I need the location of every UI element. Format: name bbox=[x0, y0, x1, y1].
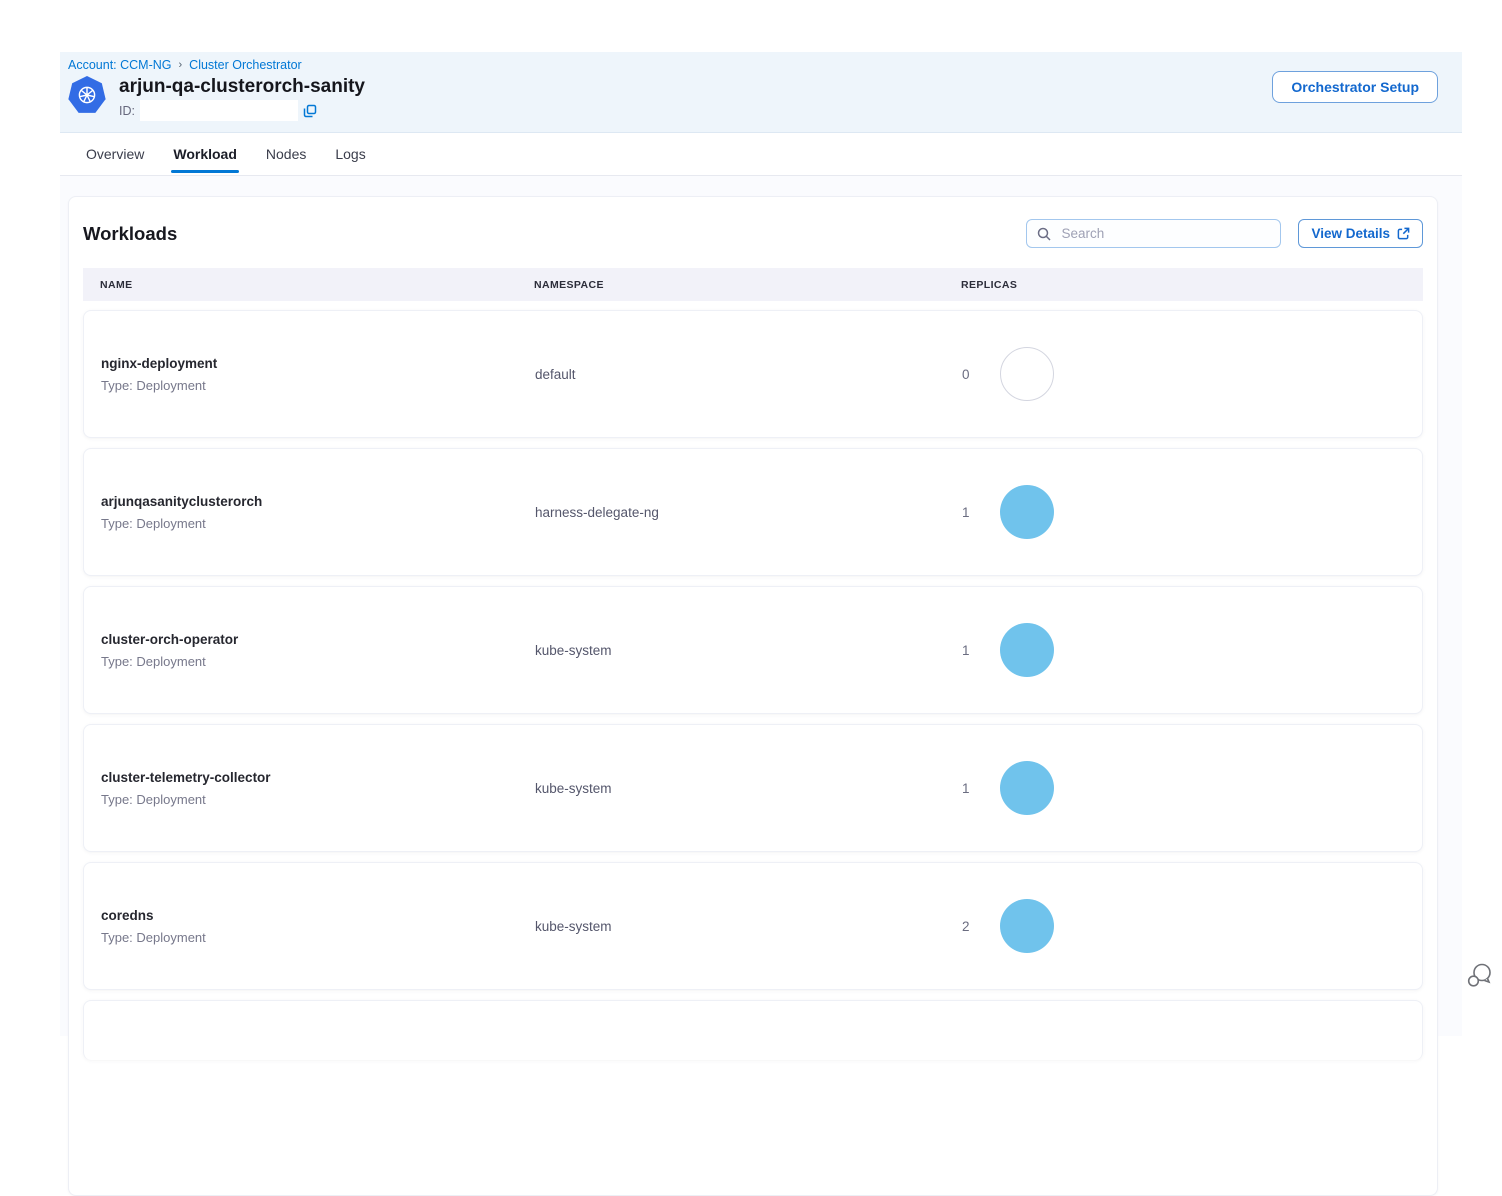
workload-table-row[interactable]: cluster-orch-operator Type: Deployment k… bbox=[83, 586, 1423, 714]
workload-table-row[interactable]: cluster-telemetry-collector Type: Deploy… bbox=[83, 724, 1423, 852]
replica-count: 1 bbox=[962, 781, 970, 796]
tab-overview[interactable]: Overview bbox=[84, 133, 146, 175]
view-details-button[interactable]: View Details bbox=[1298, 219, 1423, 248]
breadcrumb: Account: CCM-NG › Cluster Orchestrator bbox=[68, 58, 1438, 72]
replica-status-circle bbox=[1000, 347, 1054, 401]
breadcrumb-chevron-icon: › bbox=[179, 59, 183, 71]
workload-replicas-cell: 0 bbox=[962, 347, 1405, 401]
workload-rows: nginx-deployment Type: Deployment defaul… bbox=[83, 310, 1423, 1060]
workload-name-cell: nginx-deployment Type: Deployment bbox=[101, 356, 535, 393]
workload-name-cell: arjunqasanityclusterorch Type: Deploymen… bbox=[101, 494, 535, 531]
workload-name-cell: cluster-telemetry-collector Type: Deploy… bbox=[101, 770, 535, 807]
view-details-label: View Details bbox=[1311, 226, 1390, 241]
workloads-card-header: Workloads View Details bbox=[83, 211, 1423, 268]
orchestrator-setup-button[interactable]: Orchestrator Setup bbox=[1272, 71, 1438, 103]
cluster-id-row: ID: bbox=[119, 100, 365, 121]
tab-logs[interactable]: Logs bbox=[333, 133, 367, 175]
workload-namespace: kube-system bbox=[535, 919, 962, 934]
page-title: arjun-qa-clusterorch-sanity bbox=[119, 76, 365, 98]
tab-bar: Overview Workload Nodes Logs bbox=[60, 133, 1462, 176]
workload-name-cell: coredns Type: Deployment bbox=[101, 908, 535, 945]
column-header-replicas: REPLICAS bbox=[961, 279, 1406, 291]
replica-count: 1 bbox=[962, 505, 970, 520]
workload-namespace: default bbox=[535, 367, 962, 382]
replica-count: 2 bbox=[962, 919, 970, 934]
replica-count: 1 bbox=[962, 643, 970, 658]
workload-type: Type: Deployment bbox=[101, 654, 535, 669]
tab-nodes[interactable]: Nodes bbox=[264, 133, 308, 175]
workload-replicas-cell: 1 bbox=[962, 623, 1405, 677]
workload-name: cluster-telemetry-collector bbox=[101, 770, 535, 785]
workloads-actions: View Details bbox=[1026, 219, 1423, 248]
workload-namespace: harness-delegate-ng bbox=[535, 505, 962, 520]
workload-table-row-partial[interactable] bbox=[83, 1000, 1423, 1060]
workload-name: cluster-orch-operator bbox=[101, 632, 535, 647]
workload-table-row[interactable]: nginx-deployment Type: Deployment defaul… bbox=[83, 310, 1423, 438]
workload-namespace: kube-system bbox=[535, 643, 962, 658]
workload-type: Type: Deployment bbox=[101, 930, 535, 945]
workload-name: nginx-deployment bbox=[101, 356, 535, 371]
workload-namespace: kube-system bbox=[535, 781, 962, 796]
replica-status-circle bbox=[1000, 761, 1054, 815]
workload-replicas-cell: 1 bbox=[962, 761, 1405, 815]
search-box[interactable] bbox=[1026, 219, 1281, 248]
app-shell: Account: CCM-NG › Cluster Orchestrator bbox=[60, 52, 1462, 1036]
workload-type: Type: Deployment bbox=[101, 516, 535, 531]
replica-count: 0 bbox=[962, 367, 970, 382]
content-area: Workloads View Details bbox=[60, 176, 1462, 1036]
breadcrumb-account-link[interactable]: Account: CCM-NG bbox=[68, 58, 172, 72]
chat-help-icon[interactable] bbox=[1465, 960, 1495, 992]
workload-table-row[interactable]: coredns Type: Deployment kube-system 2 bbox=[83, 862, 1423, 990]
workload-replicas-cell: 1 bbox=[962, 485, 1405, 539]
page-header-banner: Account: CCM-NG › Cluster Orchestrator bbox=[60, 52, 1462, 133]
breadcrumb-page-link[interactable]: Cluster Orchestrator bbox=[189, 58, 302, 72]
workloads-title: Workloads bbox=[83, 223, 177, 245]
workload-name: coredns bbox=[101, 908, 535, 923]
kubernetes-logo-icon bbox=[68, 76, 106, 114]
copy-icon[interactable] bbox=[303, 104, 317, 118]
workload-replicas-cell: 2 bbox=[962, 899, 1405, 953]
table-header-row: NAME NAMESPACE REPLICAS bbox=[83, 268, 1423, 301]
workload-name-cell: cluster-orch-operator Type: Deployment bbox=[101, 632, 535, 669]
title-row: arjun-qa-clusterorch-sanity ID: bbox=[68, 76, 1438, 121]
external-link-icon bbox=[1397, 227, 1410, 240]
column-header-namespace: NAMESPACE bbox=[534, 279, 961, 291]
tab-workload[interactable]: Workload bbox=[171, 133, 239, 175]
workload-name: arjunqasanityclusterorch bbox=[101, 494, 535, 509]
title-block: arjun-qa-clusterorch-sanity ID: bbox=[119, 76, 365, 121]
replica-status-circle bbox=[1000, 899, 1054, 953]
workloads-card: Workloads View Details bbox=[68, 196, 1438, 1196]
id-value-redacted bbox=[140, 100, 298, 121]
workload-type: Type: Deployment bbox=[101, 378, 535, 393]
search-input[interactable] bbox=[1059, 225, 1280, 242]
search-icon bbox=[1037, 227, 1051, 241]
workload-type: Type: Deployment bbox=[101, 792, 535, 807]
id-label: ID: bbox=[119, 104, 135, 118]
workload-table-row[interactable]: arjunqasanityclusterorch Type: Deploymen… bbox=[83, 448, 1423, 576]
replica-status-circle bbox=[1000, 485, 1054, 539]
column-header-name: NAME bbox=[100, 279, 534, 291]
replica-status-circle bbox=[1000, 623, 1054, 677]
